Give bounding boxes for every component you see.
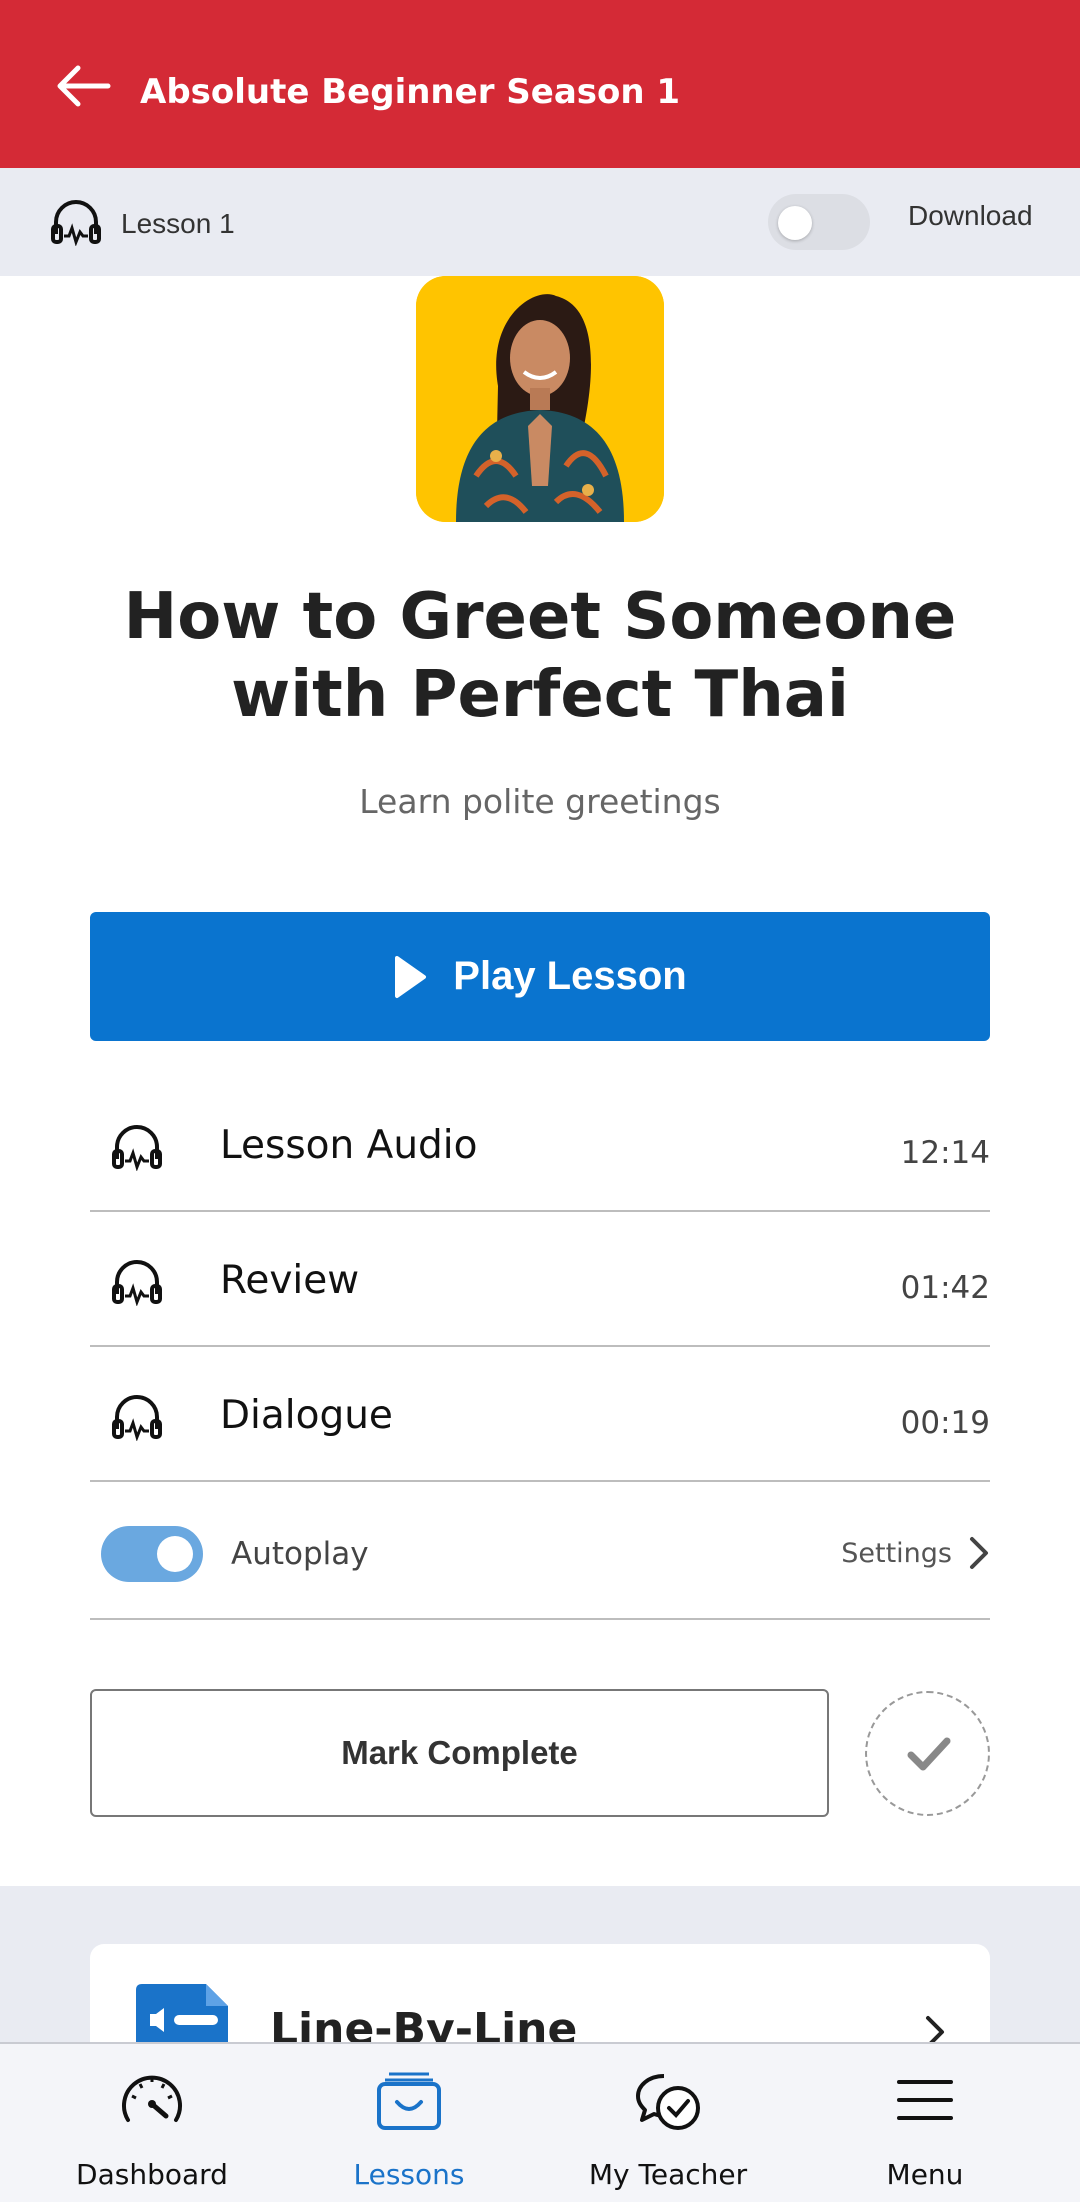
- complete-check-button[interactable]: [865, 1691, 990, 1816]
- headphones-icon: [112, 1125, 162, 1171]
- autoplay-label: Autoplay: [231, 1536, 369, 1572]
- nav-label: Menu: [886, 2158, 964, 2191]
- settings-label: Settings: [841, 1537, 952, 1569]
- autoplay-row: Autoplay Settings: [90, 1484, 990, 1620]
- play-lesson-button[interactable]: Play Lesson: [90, 912, 990, 1041]
- chat-bubbles-icon: [636, 2074, 700, 2130]
- header-title: Absolute Beginner Season 1: [140, 72, 681, 112]
- back-button[interactable]: [52, 64, 116, 108]
- nav-item-my-teacher[interactable]: My Teacher: [533, 2044, 803, 2202]
- download-toggle[interactable]: [768, 194, 870, 250]
- nav-item-dashboard[interactable]: Dashboard: [17, 2044, 287, 2202]
- settings-link[interactable]: Settings: [841, 1528, 990, 1578]
- mark-complete-label: Mark Complete: [341, 1734, 578, 1771]
- audio-track-label: Review: [220, 1258, 360, 1303]
- nav-label: My Teacher: [588, 2158, 748, 2191]
- autoplay-toggle[interactable]: [101, 1526, 203, 1582]
- audio-track-review[interactable]: Review 01:42: [90, 1212, 990, 1347]
- arrow-left-icon: [57, 65, 111, 107]
- mark-complete-button[interactable]: Mark Complete: [90, 1689, 829, 1817]
- headphones-icon: [112, 1395, 162, 1441]
- play-icon: [395, 955, 427, 998]
- hamburger-icon: [897, 2080, 953, 2120]
- speedometer-icon: [122, 2075, 182, 2122]
- headphones-icon: [51, 200, 101, 246]
- audio-track-duration: 01:42: [900, 1270, 990, 1306]
- lesson-number-label: Lesson 1: [121, 208, 235, 239]
- nav-label: Dashboard: [76, 2158, 228, 2191]
- audio-track-duration: 00:19: [900, 1405, 990, 1441]
- audio-track-label: Dialogue: [220, 1393, 393, 1438]
- audio-track-dialogue[interactable]: Dialogue 00:19: [90, 1347, 990, 1482]
- nav-item-lessons[interactable]: Lessons: [274, 2044, 544, 2202]
- audio-track-duration: 12:14: [900, 1135, 990, 1171]
- toggle-knob: [778, 206, 812, 240]
- play-lesson-label: Play Lesson: [453, 954, 687, 998]
- checkmark-icon: [907, 1737, 951, 1771]
- headphones-icon: [112, 1260, 162, 1306]
- bottom-navigation: Dashboard Lessons My Teacher Menu: [0, 2042, 1080, 2202]
- audio-track-label: Lesson Audio: [220, 1123, 478, 1168]
- lesson-image: [416, 276, 664, 522]
- toggle-knob: [157, 1536, 193, 1572]
- lesson-subtitle: Learn polite greetings: [359, 782, 721, 821]
- nav-item-menu[interactable]: Menu: [790, 2044, 1060, 2202]
- lesson-title: How to Greet Someone with Perfect Thai: [123, 580, 957, 732]
- inbox-icon: [377, 2072, 441, 2130]
- chevron-right-icon: [970, 1537, 988, 1569]
- audio-track-lesson-audio[interactable]: Lesson Audio 12:14: [90, 1077, 990, 1212]
- app-header: Absolute Beginner Season 1: [0, 0, 1080, 168]
- download-label: Download: [908, 200, 1033, 231]
- lesson-bar: Lesson 1 Download: [0, 168, 1080, 276]
- nav-label: Lessons: [353, 2158, 465, 2191]
